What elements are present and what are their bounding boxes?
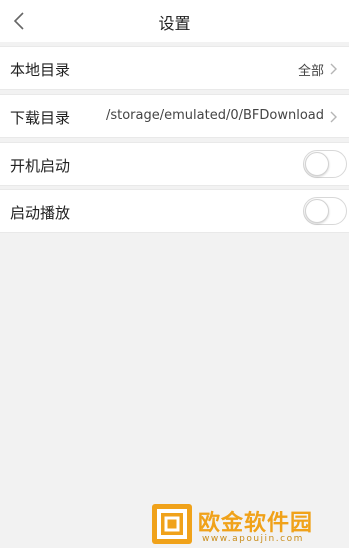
chevron-right-icon — [330, 111, 337, 123]
watermark-logo-icon — [152, 504, 192, 544]
local-directory-row[interactable]: 本地目录 全部 — [0, 46, 349, 90]
download-directory-value: /storage/emulated/0/BFDownload — [105, 108, 324, 123]
download-directory-row[interactable]: 下载目录 /storage/emulated/0/BFDownload — [0, 94, 349, 138]
auto-play-label: 启动播放 — [10, 204, 71, 222]
watermark-url: www.apoujin.com — [202, 534, 304, 544]
download-directory-label: 下载目录 — [10, 109, 71, 127]
watermark-brand: 欧金软件园 — [198, 511, 314, 536]
chevron-right-icon — [330, 63, 337, 75]
toggle-knob — [305, 199, 329, 223]
local-directory-label: 本地目录 — [10, 61, 71, 79]
auto-play-toggle[interactable] — [303, 197, 347, 225]
auto-start-label: 开机启动 — [10, 157, 71, 175]
page-title: 设置 — [158, 14, 191, 33]
settings-screen: 设置 本地目录 全部 下载目录 /storage/emulated/0/BFDo… — [0, 0, 349, 548]
auto-start-row: 开机启动 — [0, 142, 349, 186]
auto-play-row: 启动播放 — [0, 189, 349, 233]
watermark: 欧金软件园 www.apoujin.com — [150, 496, 346, 548]
auto-start-toggle[interactable] — [303, 150, 347, 178]
toggle-knob — [305, 152, 329, 176]
local-directory-value: 全部 — [297, 64, 324, 79]
top-bar: 设置 — [0, 0, 349, 42]
